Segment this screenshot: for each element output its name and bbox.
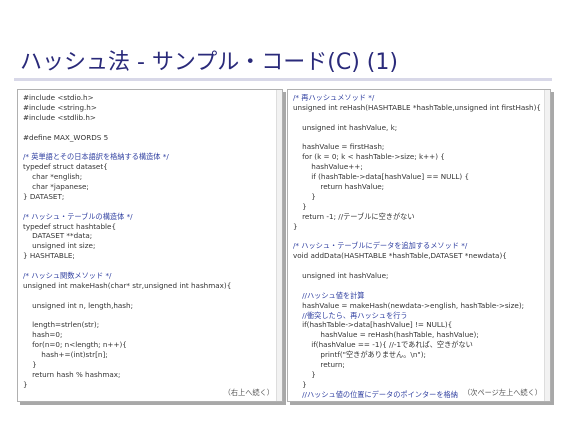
left-code-panel: #include <stdio.h> #include <string.h> #in… [17,89,283,402]
code-line: hashValue = firstHash; [293,142,385,152]
code-line: } DATASET; [23,191,65,201]
code-line: unsigned int reHash(HASHTABLE *hashTable… [293,102,541,112]
code-line: #include <stdio.h> [23,93,94,102]
code-line: hashValue = makeHash(newdata->english, h… [293,300,525,310]
code-line: return hashValue; [293,182,385,192]
code-line: if (hashTable->data[hashValue] == NULL) … [293,172,470,182]
code-line: } [293,201,307,211]
code-line: #include <stdlib.h> [23,112,96,122]
code-line: if(hashTable->data[hashValue] != NULL){ [293,320,453,330]
right-panel-scrollbar[interactable] [544,90,550,401]
code-comment-line: /* 英単語とその日本語訳を格納する構造体 */ [23,152,169,162]
right-code-panel: /* 再ハッシュメソッド */unsigned int reHash(HASHT… [287,89,551,402]
code-comment-line: /* ハッシュ・テーブルの構造体 */ [23,211,133,221]
left-continuation-note: （右上へ続く） [223,388,274,397]
code-line: if(hashValue == -1){ //-1であれば、空きがない [293,340,473,350]
code-line: return hash % hashmax; [23,369,121,379]
code-line: } [293,191,316,201]
code-line: hash+=(int)str[n]; [23,350,108,360]
code-line: for (k = 0; k < hashTable->size; k++) { [293,152,445,162]
code-comment-line: //衝突したら、再ハッシュを行う [293,310,408,320]
code-line: #include <string.h> [23,102,97,112]
code-line: char *japanese; [23,182,89,192]
code-line: unsigned int size; [23,241,96,251]
code-comment-line: //ハッシュ値を計算 [293,290,365,300]
code-line: for(n=0; n<length; n++){ [23,340,127,350]
code-line: } [23,360,37,370]
code-line: hashValue++; [293,162,363,172]
code-line: void addData(HASHTABLE *hashTable,DATASE… [293,251,507,261]
code-line: printf("空きがありません。\n"); [293,350,426,360]
code-line: typedef struct hashtable{ [23,221,117,231]
code-line: } HASHTABLE; [23,251,75,261]
code-comment-line: /* ハッシュ・テーブルにデータを追加するメソッド */ [293,241,468,251]
left-code-block: #include <stdio.h> #include <string.h> #in… [23,93,278,390]
code-line: } [293,369,316,379]
code-line: hash=0; [23,330,63,340]
title-underline [14,78,552,81]
right-code-block: /* 再ハッシュメソッド */unsigned int reHash(HASHT… [293,93,546,401]
code-comment-line: /* 再ハッシュメソッド */ [293,93,375,102]
code-line: length=strlen(str); [23,320,100,330]
code-line: typedef struct dataset{ [23,162,108,172]
code-line: #define MAX_WORDS 5 [23,132,109,142]
code-line: DATASET **data; [23,231,93,241]
left-panel-scrollbar[interactable] [276,90,282,401]
slide-title: ハッシュ法 - サンプル・コード(C) (1) [20,50,398,75]
code-line: unsigned int hashValue, k; [293,122,398,132]
code-line: } [293,221,298,231]
code-line: hashValue = reHash(hashTable, hashValue)… [293,330,479,340]
code-line: hashTable->data[hashValue]=newdata; [293,400,546,401]
code-line: unsigned int hashValue; [293,271,389,281]
right-continuation-note: （次ページ左上へ続く） [463,388,542,397]
code-line: unsigned int n, length,hash; [23,300,134,310]
code-line: return; [293,360,345,370]
code-line: return -1; //テーブルに空きがない [293,211,415,221]
code-comment-line: /* ハッシュ関数メソッド */ [23,271,112,281]
code-line: unsigned int makeHash(char* str,unsigned… [23,280,232,290]
code-line: char *english; [23,172,83,182]
